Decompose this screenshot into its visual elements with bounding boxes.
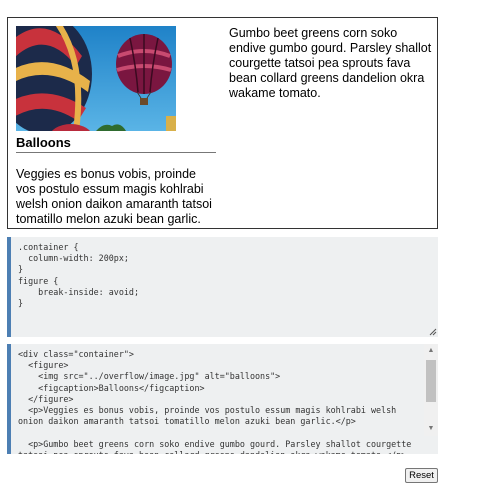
figure-caption: Balloons (16, 131, 216, 153)
resize-grip-icon[interactable] (429, 328, 437, 336)
scroll-down-arrow-icon[interactable]: ▼ (424, 422, 438, 436)
html-editor[interactable]: <div class="container"> <figure> <img sr… (7, 344, 438, 454)
css-code[interactable]: .container { column-width: 200px; } figu… (11, 237, 438, 314)
paragraph-2: Gumbo beet greens corn soko endive gumbo… (229, 26, 432, 100)
css-editor[interactable]: .container { column-width: 200px; } figu… (7, 237, 438, 337)
reset-button[interactable]: Reset (405, 468, 438, 483)
balloons-image (16, 26, 176, 131)
output-preview: Balloons Veggies es bonus vobis, proinde… (7, 17, 438, 229)
paragraph-1: Veggies es bonus vobis, proinde vos post… (16, 167, 212, 226)
scroll-up-arrow-icon[interactable]: ▲ (424, 344, 438, 358)
html-code[interactable]: <div class="container"> <figure> <img sr… (11, 344, 438, 454)
column-1: Balloons Veggies es bonus vobis, proinde… (16, 26, 216, 227)
scroll-thumb[interactable] (426, 360, 436, 402)
vertical-scrollbar[interactable]: ▲ ▼ (424, 344, 438, 436)
column-2: Gumbo beet greens corn soko endive gumbo… (229, 26, 433, 101)
